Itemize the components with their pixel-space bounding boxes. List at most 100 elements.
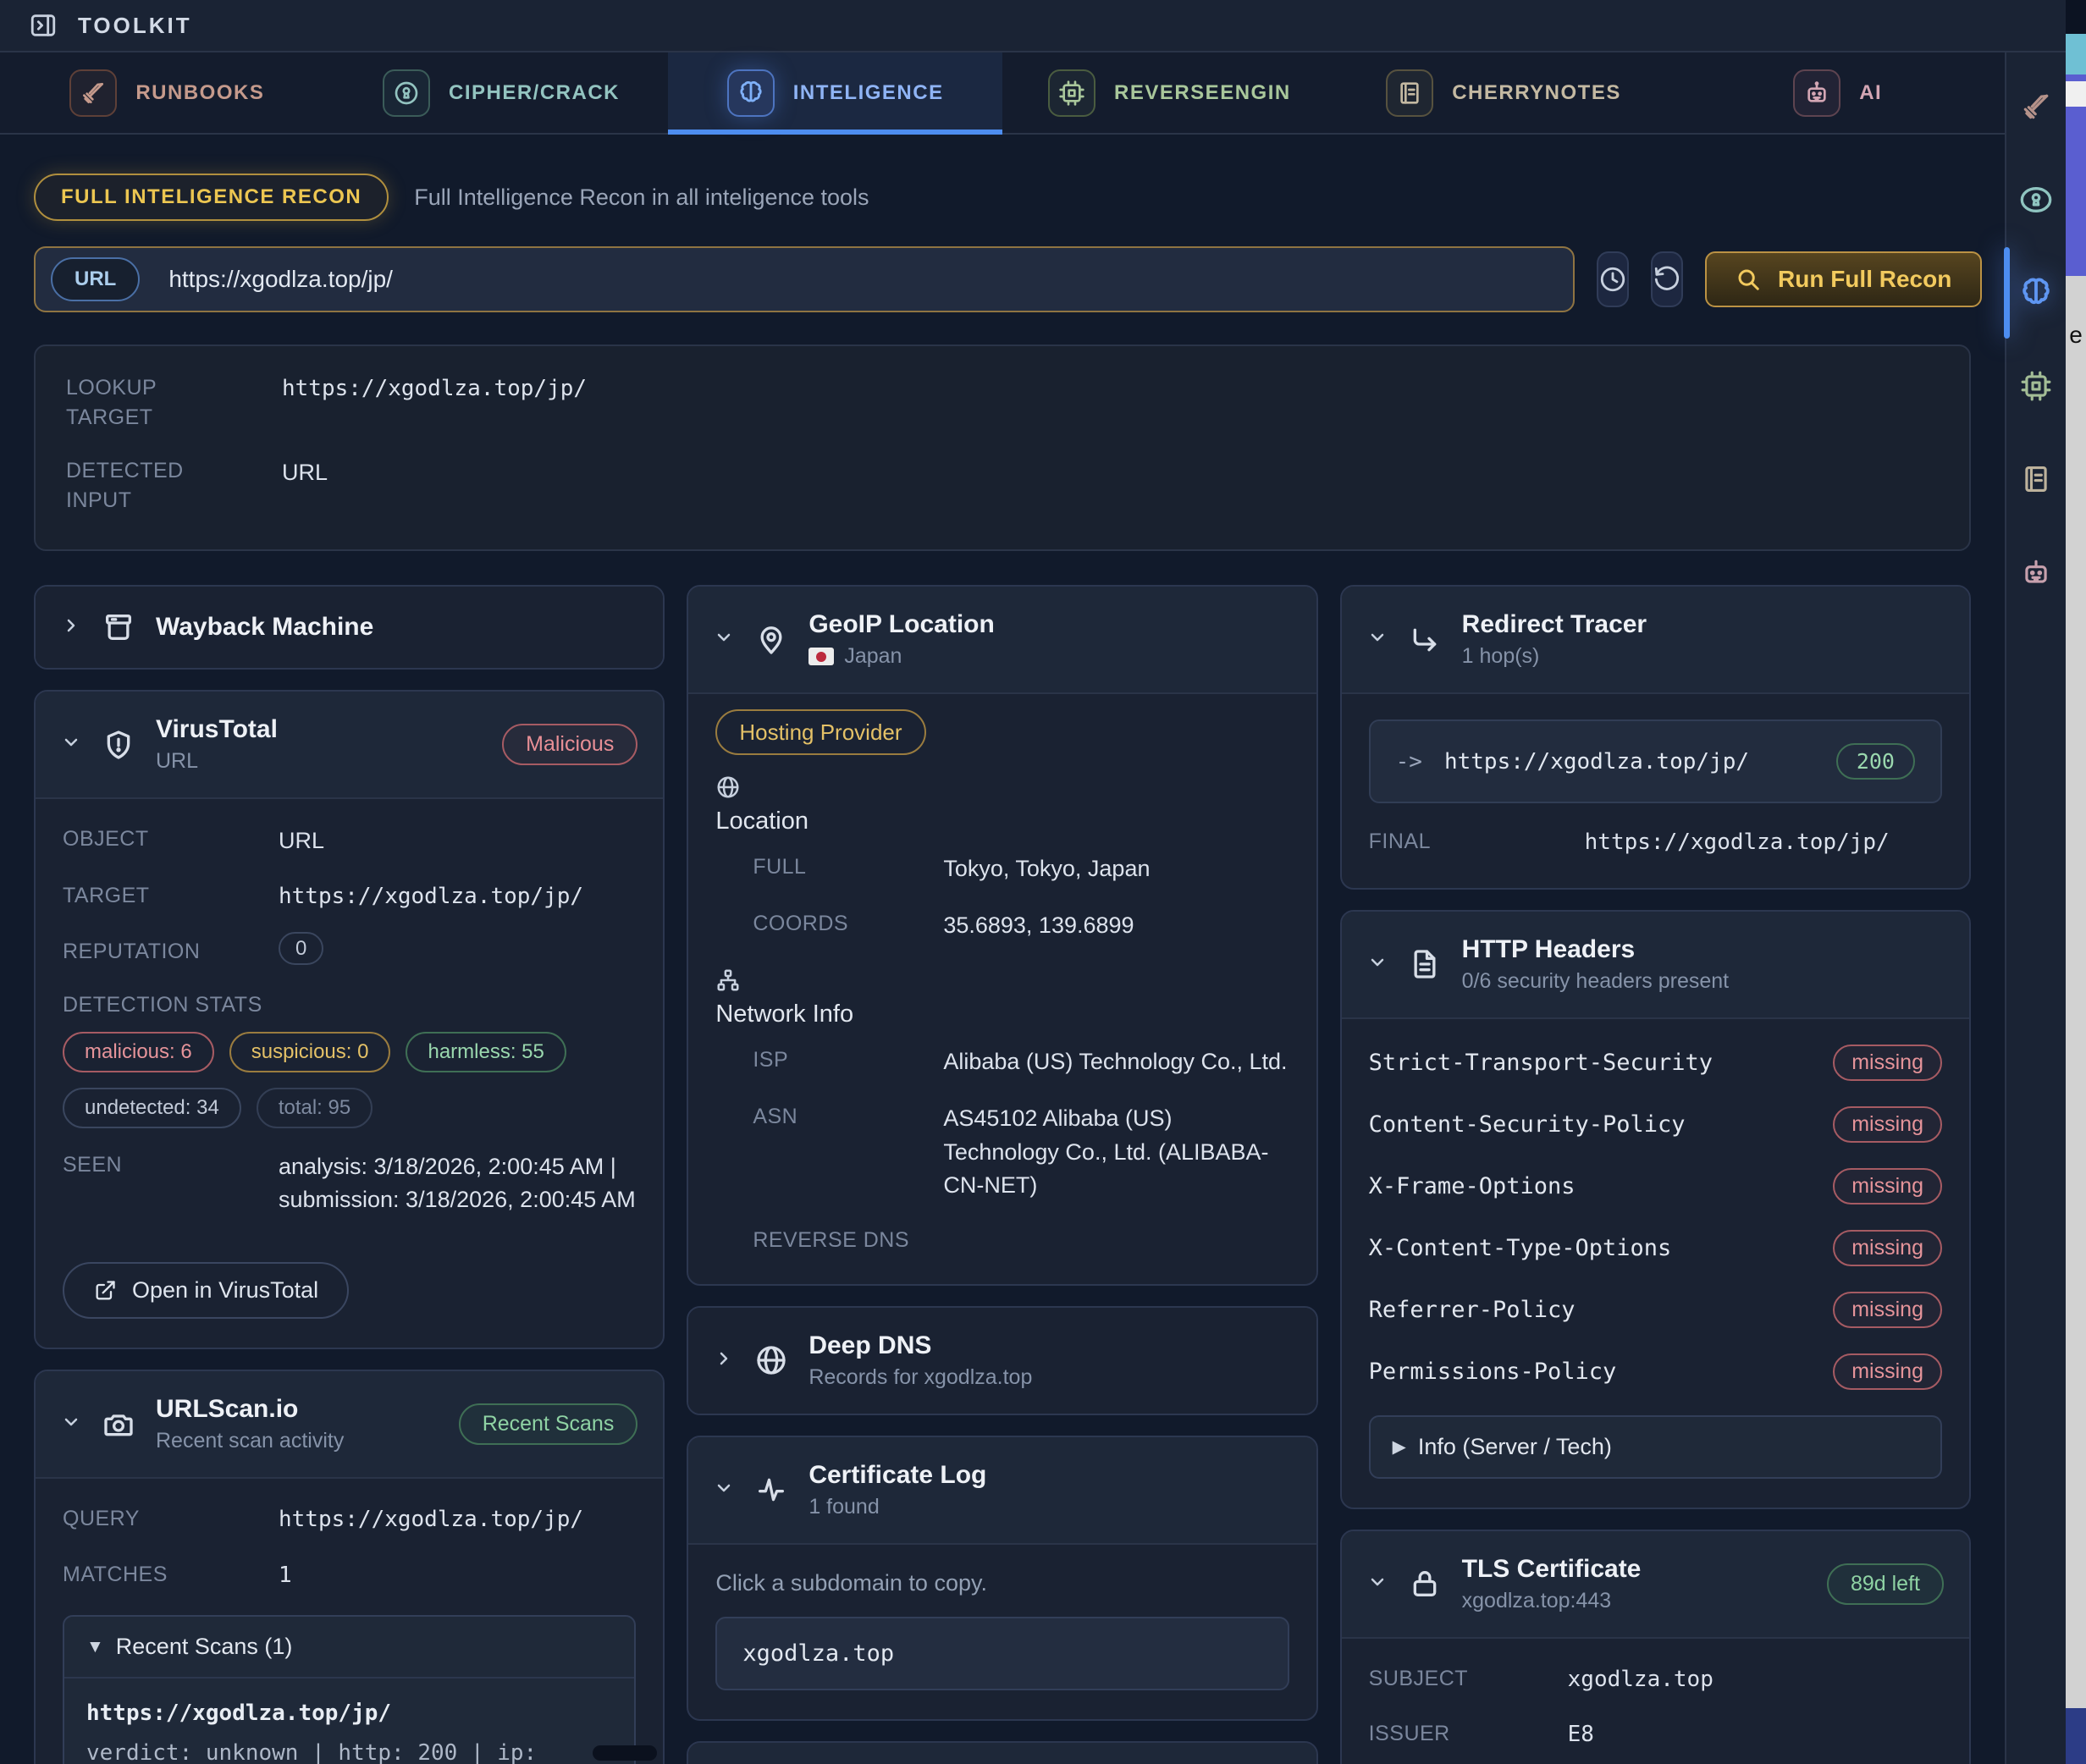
panel-title: Wayback Machine — [156, 613, 373, 642]
certlog-header[interactable]: Certificate Log 1 found — [688, 1437, 1316, 1543]
http-headers-panel: HTTP Headers 0/6 security headers presen… — [1340, 910, 1971, 1509]
recent-scans-box: ▼ Recent Scans (1) https://xgodlza.top/j… — [63, 1615, 636, 1764]
edge-fragment: e — [2066, 276, 2086, 1708]
recon-search-row: URL — [34, 246, 1971, 312]
urlscan-panel: URLScan.io Recent scan activity Recent S… — [34, 1370, 665, 1764]
rail-cipher-keyhole-icon[interactable] — [2017, 181, 2055, 218]
external-link-icon — [93, 1279, 117, 1303]
recon-header: FULL INTELIGENCE RECON Full Intelligence… — [34, 174, 1971, 221]
panel-subtitle: Records for xgodlza.top — [808, 1365, 1032, 1390]
search-icon — [1736, 267, 1761, 292]
tab-runbooks[interactable]: RUNBOOKS — [0, 52, 334, 133]
header-row: X-Content-Type-Options missing — [1369, 1230, 1942, 1266]
chevron-right-icon — [61, 615, 81, 640]
rail-runbooks-swords-icon[interactable] — [2017, 88, 2055, 125]
edge-fragment — [2066, 1708, 2086, 1764]
virustotal-header[interactable]: VirusTotal URL Malicious — [36, 692, 663, 797]
recon-input-box[interactable]: URL — [34, 246, 1575, 312]
open-virustotal-button[interactable]: Open in VirusTotal — [63, 1262, 349, 1319]
tls-header[interactable]: TLS Certificate xgodlza.top:443 89d left — [1342, 1531, 1969, 1637]
tab-ai[interactable]: AI — [1670, 52, 2005, 133]
redirect-header[interactable]: Redirect Tracer 1 hop(s) — [1342, 587, 1969, 692]
reset-button[interactable] — [1651, 251, 1683, 307]
geoip-header[interactable]: GeoIP Location Japan — [688, 587, 1316, 692]
rail-ai-robot-icon[interactable] — [2017, 554, 2055, 591]
certlog-body: Click a subdomain to copy. xgodlza.top — [688, 1543, 1316, 1719]
tls-panel: TLS Certificate xgodlza.top:443 89d left… — [1340, 1530, 1971, 1764]
chevron-down-icon — [1367, 1572, 1388, 1596]
missing-pill: missing — [1833, 1292, 1942, 1328]
chevron-down-icon — [1367, 627, 1388, 652]
matches-value: 1 — [279, 1560, 636, 1592]
missing-pill: missing — [1833, 1353, 1942, 1390]
tls-body: SUBJECT xgodlza.top ISSUER E8 VALID Mar … — [1342, 1637, 1969, 1764]
location-section-title: Location — [715, 808, 1289, 835]
geoip-body: Hosting Provider Location FULL Tokyo, To… — [688, 692, 1316, 1284]
server-tech-expander[interactable]: ▶ Info (Server / Tech) — [1369, 1415, 1942, 1479]
header-name: X-Frame-Options — [1369, 1173, 1576, 1199]
tab-reverseengin[interactable]: REVERSEENGIN — [1002, 52, 1337, 133]
input-type-pill: URL — [51, 257, 140, 301]
lookup-summary-panel: LOOKUP TARGET https://xgodlza.top/jp/ DE… — [34, 345, 1971, 551]
japan-flag-icon — [808, 648, 834, 665]
whois-header[interactable]: Whois Lookup Source: rdap 84d to expiry — [688, 1743, 1316, 1764]
subdomain-copy-button[interactable]: xgodlza.top — [715, 1617, 1289, 1690]
certlog-panel: Certificate Log 1 found Click a subdomai… — [687, 1436, 1317, 1721]
missing-pill: missing — [1833, 1045, 1942, 1081]
edge-fragment — [2066, 81, 2086, 107]
geoip-panel: GeoIP Location Japan Hosting Provider Lo… — [687, 585, 1317, 1286]
history-button[interactable] — [1597, 251, 1629, 307]
tab-cherrynotes[interactable]: CHERRYNOTES — [1337, 52, 1671, 133]
scrollbar-thumb[interactable] — [593, 1745, 657, 1761]
rail-inteligence-brain-icon[interactable] — [2017, 274, 2055, 311]
rail-reverseengin-cpu-icon[interactable] — [2017, 367, 2055, 405]
activity-icon — [754, 1473, 788, 1507]
globe-icon — [754, 1343, 788, 1377]
asn-label: ASN — [753, 1102, 909, 1132]
network-section-title: Network Info — [715, 1001, 1289, 1028]
scan-meta: verdict: unknown | http: 200 | ip: 47.79… — [86, 1736, 612, 1764]
issuer-label: ISSUER — [1369, 1719, 1534, 1749]
cpu-icon — [1048, 69, 1095, 117]
recent-scans-toggle[interactable]: ▼ Recent Scans (1) — [64, 1617, 634, 1677]
subject-label: SUBJECT — [1369, 1664, 1534, 1694]
column-right: Redirect Tracer 1 hop(s) -> https://xgod… — [1340, 585, 1971, 1764]
tab-label: INTELIGENCE — [793, 81, 944, 105]
full-value: Tokyo, Tokyo, Japan — [943, 852, 1289, 885]
wayback-header[interactable]: Wayback Machine — [36, 587, 663, 668]
redirect-panel: Redirect Tracer 1 hop(s) -> https://xgod… — [1340, 585, 1971, 890]
header-name: Permissions-Policy — [1369, 1359, 1617, 1385]
recon-url-input[interactable] — [168, 266, 1558, 293]
header-row: Strict-Transport-Security missing — [1369, 1045, 1942, 1081]
http-headers-header[interactable]: HTTP Headers 0/6 security headers presen… — [1342, 912, 1969, 1017]
tab-inteligence[interactable]: INTELIGENCE — [668, 52, 1002, 133]
edge-fragment — [2066, 34, 2086, 74]
matches-label: MATCHES — [63, 1560, 245, 1590]
recent-scan-entry[interactable]: https://xgodlza.top/jp/ verdict: unknown… — [64, 1677, 634, 1764]
recent-scans-title: Recent Scans (1) — [116, 1634, 293, 1660]
panel-title: GeoIP Location — [808, 610, 994, 639]
urlscan-header[interactable]: URLScan.io Recent scan activity Recent S… — [36, 1371, 663, 1477]
header-row: Content-Security-Policy missing — [1369, 1106, 1942, 1143]
sidebar-toggle-icon[interactable] — [29, 11, 58, 40]
missing-pill: missing — [1833, 1230, 1942, 1266]
rail-cherrynotes-notebook-icon[interactable] — [2017, 460, 2055, 498]
server-tech-label: Info (Server / Tech) — [1418, 1434, 1612, 1460]
scan-url: https://xgodlza.top/jp/ — [86, 1701, 612, 1726]
isp-label: ISP — [753, 1045, 909, 1075]
tool-rail — [2005, 52, 2066, 1764]
asn-value: AS45102 Alibaba (US) Technology Co., Ltd… — [943, 1102, 1289, 1201]
panel-subtitle: Japan — [844, 644, 902, 669]
tab-cipher-crack[interactable]: CIPHER/CRACK — [334, 52, 669, 133]
rotate-ccw-icon — [1653, 265, 1681, 294]
run-full-recon-button[interactable]: Run Full Recon — [1705, 251, 1982, 307]
robot-icon — [1793, 69, 1840, 117]
chevron-right-icon — [714, 1348, 734, 1373]
toolkit-app: TOOLKIT RUNBOOKS CIPHER/CRACK — [0, 0, 2066, 1764]
recent-scans-badge: Recent Scans — [459, 1403, 638, 1445]
panel-title: VirusTotal — [156, 715, 278, 744]
http-headers-body: Strict-Transport-Security missing Conten… — [1342, 1017, 1969, 1508]
hop-url: https://xgodlza.top/jp/ — [1444, 749, 1749, 775]
deepdns-header[interactable]: Deep DNS Records for xgodlza.top — [688, 1308, 1316, 1414]
hosting-provider-chip: Hosting Provider — [715, 709, 925, 755]
